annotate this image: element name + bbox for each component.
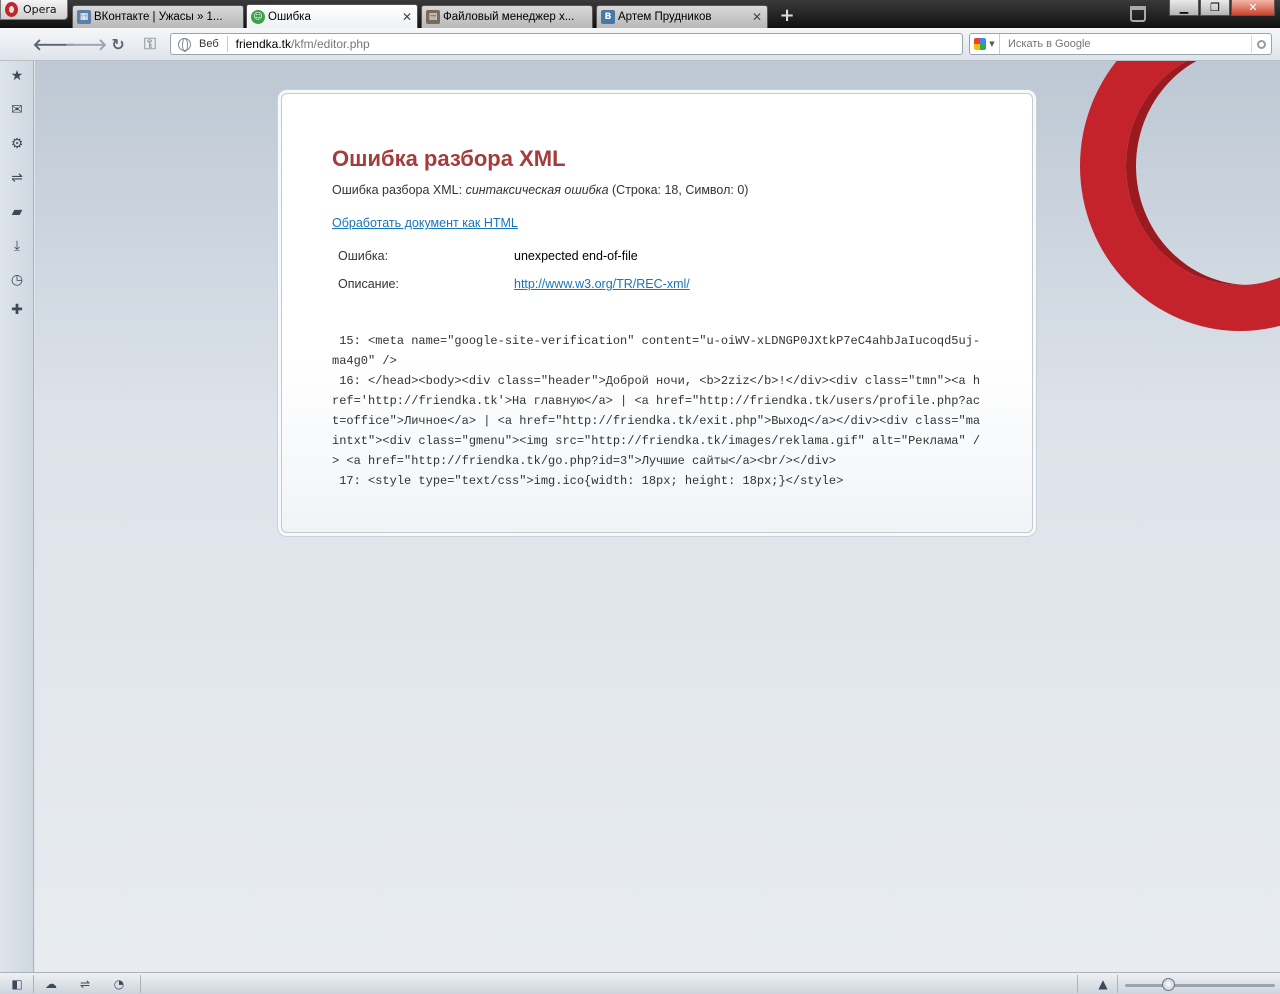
error-value: unexpected end-of-file bbox=[514, 249, 638, 263]
opera-menu-label: Opera bbox=[23, 3, 57, 16]
file-manager-favicon-icon: ▤ bbox=[426, 10, 440, 24]
unite-share-icon[interactable]: ⇌ bbox=[8, 169, 26, 187]
zoom-slider-handle[interactable] bbox=[1162, 978, 1175, 991]
description-label: Описание: bbox=[338, 277, 399, 291]
tab-close-icon[interactable]: ✕ bbox=[751, 10, 763, 24]
code-line: 15: <meta name="google-site-verification… bbox=[332, 334, 981, 368]
reload-icon[interactable]: ↻ bbox=[107, 34, 129, 54]
history-clock-icon[interactable]: ◷ bbox=[8, 271, 26, 289]
error-card: Ошибка разбора XML Ошибка разбора XML: с… bbox=[281, 93, 1033, 533]
minimize-button[interactable]: ▁ bbox=[1169, 0, 1199, 16]
tab-label: Артем Прудников bbox=[618, 11, 712, 23]
error-summary: Ошибка разбора XML: синтаксическая ошибк… bbox=[332, 183, 748, 197]
toggle-panel-icon[interactable]: ◧ bbox=[8, 976, 26, 992]
search-box: ▼ bbox=[969, 33, 1272, 55]
notes-icon[interactable]: ▰ bbox=[8, 203, 26, 221]
opera-link-cloud-icon[interactable]: ☁ bbox=[42, 976, 60, 992]
error-label: Ошибка: bbox=[338, 249, 389, 263]
vk-b-favicon-icon: B bbox=[601, 10, 615, 24]
zoom-slider-track[interactable] bbox=[1125, 984, 1275, 987]
add-panel-icon[interactable]: ✚ bbox=[8, 301, 26, 319]
opera-watermark-logo bbox=[1080, 61, 1280, 331]
view-menu-arrow-icon[interactable]: ▲ bbox=[1094, 976, 1112, 992]
mail-icon[interactable]: ✉ bbox=[8, 101, 26, 119]
tab-label: Файловый менеджер х... bbox=[443, 11, 575, 23]
status-bar: ◧ ☁ ⇌ ◔ ▲ bbox=[0, 972, 1280, 994]
new-tab-button[interactable]: + bbox=[778, 7, 796, 25]
search-icon[interactable] bbox=[1251, 35, 1271, 53]
tab-artem[interactable]: B Артем Прудников ✕ bbox=[596, 5, 768, 28]
description-link[interactable]: http://www.w3.org/TR/REC-xml/ bbox=[514, 277, 690, 291]
bookmarks-star-icon[interactable]: ★ bbox=[8, 67, 26, 85]
google-engine-icon[interactable]: ▼ bbox=[970, 34, 1000, 54]
tab-error[interactable]: ☺ Ошибка ✕ bbox=[246, 4, 418, 28]
tab-close-icon[interactable]: ✕ bbox=[401, 10, 413, 24]
summary-suffix: (Строка: 18, Символ: 0) bbox=[608, 183, 749, 197]
close-window-button[interactable]: ✕ bbox=[1231, 0, 1275, 16]
forward-arrow-icon[interactable]: 🡒 bbox=[65, 34, 108, 54]
url-text[interactable]: friendka.tk/kfm/editor.php bbox=[236, 37, 370, 51]
error-title: Ошибка разбора XML bbox=[332, 146, 566, 171]
tab-label: ВКонтакте | Ужасы » 1... bbox=[94, 11, 223, 23]
summary-prefix: Ошибка разбора XML: bbox=[332, 183, 466, 197]
search-input[interactable] bbox=[1000, 38, 1251, 50]
address-toolbar: 🡐 🡒 ↻ ⚿ Веб friendka.tk/kfm/editor.php ▼ bbox=[0, 28, 1280, 61]
turbo-gauge-icon[interactable]: ◔ bbox=[110, 976, 128, 992]
opera-menu-button[interactable]: Opera bbox=[0, 0, 68, 20]
summary-italic: синтаксическая ошибка bbox=[465, 183, 609, 197]
source-code-excerpt: 15: <meta name="google-site-verification… bbox=[332, 311, 982, 491]
back-arrow-icon[interactable]: 🡐 bbox=[33, 34, 76, 54]
url-path: /kfm/editor.php bbox=[291, 37, 370, 51]
tab-bar: Opera ▦ ВКонтакте | Ужасы » 1... ☺ Ошибк… bbox=[0, 0, 1280, 28]
url-host: friendka.tk bbox=[235, 37, 291, 51]
tab-file-manager[interactable]: ▤ Файловый менеджер х... bbox=[421, 5, 593, 28]
trash-icon[interactable] bbox=[1130, 6, 1146, 22]
gear-icon[interactable]: ⚙ bbox=[8, 135, 26, 153]
reparse-as-html-link[interactable]: Обработать документ как HTML bbox=[332, 216, 518, 230]
error-favicon-icon: ☺ bbox=[251, 9, 265, 24]
opera-logo-icon bbox=[5, 2, 18, 17]
globe-icon bbox=[178, 37, 191, 52]
tab-label: Ошибка bbox=[268, 10, 311, 23]
page-content: Ошибка разбора XML Ошибка разбора XML: с… bbox=[35, 61, 1280, 972]
code-line: 16: </head><body><div class="header">Доб… bbox=[332, 374, 981, 468]
key-icon[interactable]: ⚿ bbox=[139, 34, 161, 54]
restore-button[interactable]: ❐ bbox=[1200, 0, 1230, 16]
downloads-icon[interactable]: ⤓ bbox=[8, 237, 26, 255]
opera-unite-icon[interactable]: ⇌ bbox=[76, 976, 94, 992]
side-panel-bar: ★ ✉ ⚙ ⇌ ▰ ⤓ ◷ ✚ bbox=[0, 61, 34, 972]
address-field[interactable]: Веб friendka.tk/kfm/editor.php bbox=[170, 33, 963, 55]
code-line: 17: <style type="text/css">img.ico{width… bbox=[332, 474, 844, 488]
tab-vkontakte[interactable]: ▦ ВКонтакте | Ужасы » 1... bbox=[72, 5, 244, 28]
vk-favicon-icon: ▦ bbox=[77, 10, 91, 24]
zone-label: Веб bbox=[199, 36, 228, 52]
